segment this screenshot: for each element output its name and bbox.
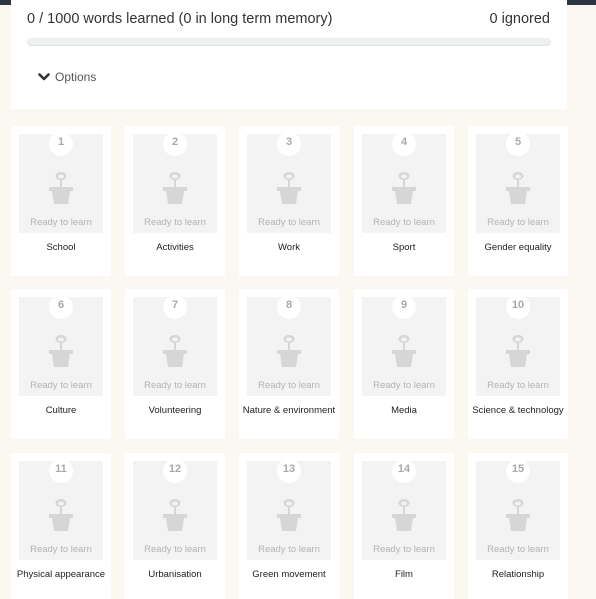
seedling-pot-icon [49,172,73,204]
course-thumbnail: 1 Ready to learn [19,132,103,233]
course-card-2[interactable]: 2 Ready to learn Activities [125,126,225,276]
course-card-3[interactable]: 3 Ready to learn Work [239,126,339,276]
course-title: Relationship [491,569,545,580]
course-thumbnail: 5 Ready to learn [476,132,560,233]
course-thumbnail: 3 Ready to learn [247,132,331,233]
course-status: Ready to learn [30,544,92,555]
chevron-down-icon [38,73,50,81]
seedling-pot-icon [277,499,301,531]
course-status: Ready to learn [373,217,435,228]
course-thumbnail: 6 Ready to learn [19,295,103,396]
course-number-badge: 6 [49,295,73,319]
course-thumbnail: 11 Ready to learn [19,459,103,560]
course-status: Ready to learn [144,544,206,555]
words-learned-summary: 0 / 1000 words learned (0 in long term m… [27,11,333,27]
seedling-pot-icon [49,335,73,367]
course-number-badge: 4 [392,132,416,156]
course-number-badge: 10 [506,295,530,319]
seedling-pot-icon [163,172,187,204]
course-title: School [46,242,76,253]
course-title: Nature & environment [242,405,336,416]
seedling-pot-icon [392,335,416,367]
course-title: Gender equality [484,242,552,253]
course-number-badge: 9 [392,295,416,319]
course-status: Ready to learn [30,380,92,391]
course-status: Ready to learn [30,217,92,228]
course-thumbnail: 13 Ready to learn [247,459,331,560]
course-status: Ready to learn [373,380,435,391]
course-thumbnail: 15 Ready to learn [476,459,560,560]
course-number-badge: 11 [49,459,73,483]
options-toggle[interactable]: Options [38,70,96,84]
progress-panel: 0 / 1000 words learned (0 in long term m… [11,0,567,109]
seedling-pot-icon [506,499,530,531]
course-number-badge: 8 [277,295,301,319]
seedling-pot-icon [163,335,187,367]
seedling-pot-icon [392,172,416,204]
course-title: Film [395,569,413,580]
course-thumbnail: 4 Ready to learn [362,132,446,233]
progress-bar [27,38,551,46]
seedling-pot-icon [506,172,530,204]
course-card-7[interactable]: 7 Ready to learn Volunteering [125,289,225,439]
course-card-14[interactable]: 14 Ready to learn Film [354,453,454,599]
course-title: Media [391,405,417,416]
course-card-12[interactable]: 12 Ready to learn Urbanisation [125,453,225,599]
course-title: Volunteering [148,405,202,416]
course-card-13[interactable]: 13 Ready to learn Green movement [239,453,339,599]
course-card-4[interactable]: 4 Ready to learn Sport [354,126,454,276]
course-card-10[interactable]: 10 Ready to learn Science & technology [468,289,568,439]
course-thumbnail: 14 Ready to learn [362,459,446,560]
course-number-badge: 7 [163,295,187,319]
course-thumbnail: 9 Ready to learn [362,295,446,396]
course-title: Work [278,242,300,253]
course-title: Sport [392,242,416,253]
course-card-15[interactable]: 15 Ready to learn Relationship [468,453,568,599]
course-number-badge: 13 [277,459,301,483]
course-thumbnail: 10 Ready to learn [476,295,560,396]
course-number-badge: 15 [506,459,530,483]
course-status: Ready to learn [258,380,320,391]
seedling-pot-icon [506,335,530,367]
course-title: Science & technology [472,405,564,416]
course-number-badge: 14 [392,459,416,483]
course-number-badge: 2 [163,132,187,156]
course-card-5[interactable]: 5 Ready to learn Gender equality [468,126,568,276]
ignored-count[interactable]: 0 ignored [490,11,550,27]
course-status: Ready to learn [487,380,549,391]
seedling-pot-icon [49,499,73,531]
course-number-badge: 5 [506,132,530,156]
course-title: Green movement [252,569,326,580]
course-title: Culture [45,405,77,416]
course-title: Physical appearance [16,569,106,580]
seedling-pot-icon [277,172,301,204]
course-status: Ready to learn [144,380,206,391]
seedling-pot-icon [277,335,301,367]
course-card-8[interactable]: 8 Ready to learn Nature & environment [239,289,339,439]
course-card-11[interactable]: 11 Ready to learn Physical appearance [11,453,111,599]
course-status: Ready to learn [258,217,320,228]
course-thumbnail: 12 Ready to learn [133,459,217,560]
course-number-badge: 1 [49,132,73,156]
course-status: Ready to learn [144,217,206,228]
course-card-9[interactable]: 9 Ready to learn Media [354,289,454,439]
course-number-badge: 12 [163,459,187,483]
course-status: Ready to learn [258,544,320,555]
options-label: Options [55,70,97,84]
course-status: Ready to learn [373,544,435,555]
course-thumbnail: 8 Ready to learn [247,295,331,396]
course-status: Ready to learn [487,217,549,228]
course-number-badge: 3 [277,132,301,156]
course-title: Activities [156,242,194,253]
course-card-1[interactable]: 1 Ready to learn School [11,126,111,276]
seedling-pot-icon [163,499,187,531]
seedling-pot-icon [392,499,416,531]
course-title: Urbanisation [148,569,202,580]
course-status: Ready to learn [487,544,549,555]
course-thumbnail: 7 Ready to learn [133,295,217,396]
course-card-6[interactable]: 6 Ready to learn Culture [11,289,111,439]
course-thumbnail: 2 Ready to learn [133,132,217,233]
